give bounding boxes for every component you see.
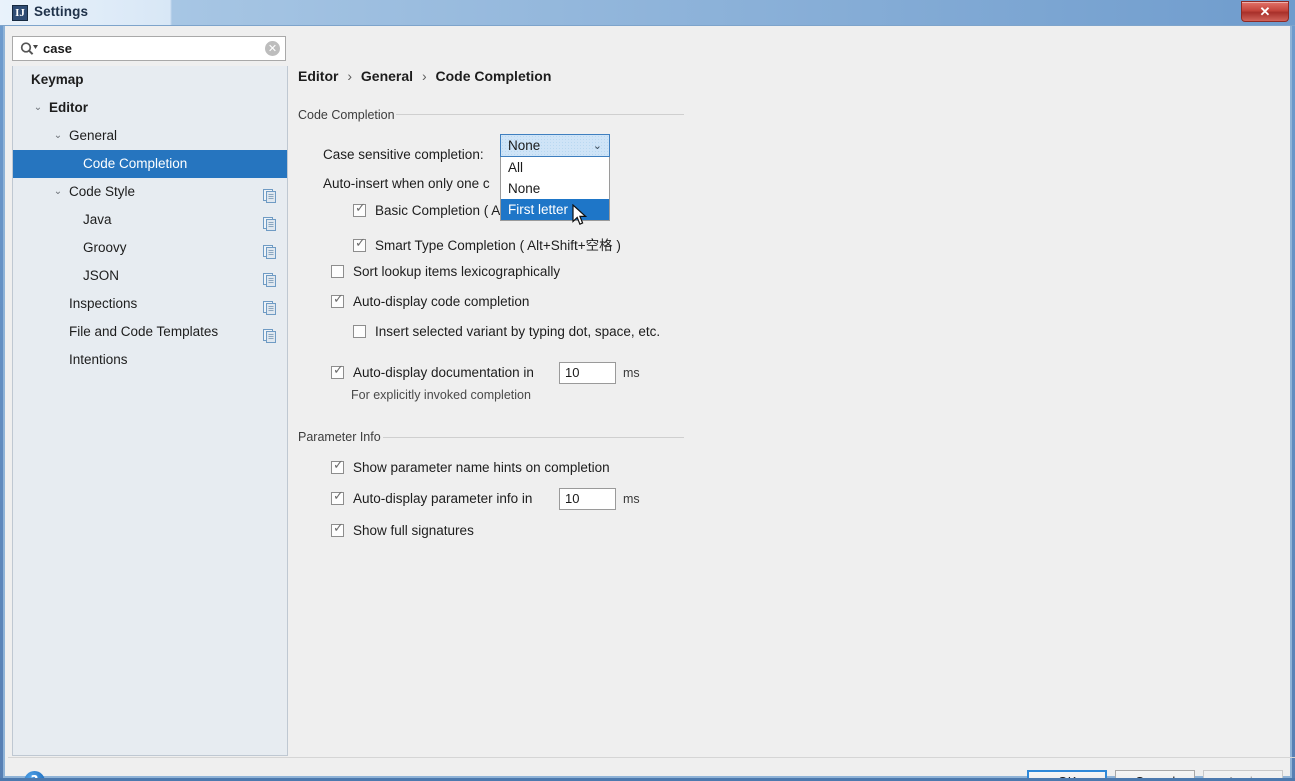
smart-type-completion-checkbox-row[interactable]: Smart Type Completion ( Alt+Shift+空格 ) bbox=[353, 234, 621, 254]
case-sensitive-completion-label: Case sensitive completion: bbox=[323, 147, 484, 162]
chevron-down-icon[interactable]: ⌄ bbox=[51, 122, 65, 150]
search-input[interactable]: case ✕ bbox=[12, 36, 286, 61]
sidebar-item-label: Code Style bbox=[69, 184, 136, 199]
auto-display-documentation-checkbox[interactable] bbox=[331, 363, 345, 379]
combobox-dropdown-list[interactable]: All None First letter bbox=[500, 157, 610, 221]
footer-divider bbox=[8, 757, 1295, 758]
auto-display-documentation-hint: For explicitly invoked completion bbox=[351, 388, 531, 402]
auto-display-parameter-info-unit: ms bbox=[623, 492, 640, 506]
show-parameter-hints-checkbox-row[interactable]: Show parameter name hints on completion bbox=[331, 458, 610, 475]
auto-display-parameter-info-checkbox-row[interactable]: Auto-display parameter info in bbox=[331, 489, 533, 506]
sidebar-item-label: Java bbox=[83, 212, 112, 227]
sidebar-item-label: Inspections bbox=[69, 296, 138, 311]
search-value: case bbox=[43, 41, 72, 56]
sort-lookup-label: Sort lookup items lexicographically bbox=[353, 264, 561, 279]
combobox-option-first-letter[interactable]: First letter bbox=[501, 199, 609, 220]
auto-display-documentation-input[interactable]: 10 bbox=[559, 362, 616, 384]
sidebar-item-code-completion[interactable]: Code Completion bbox=[13, 150, 287, 178]
copy-scheme-icon[interactable] bbox=[263, 213, 277, 231]
clear-search-icon[interactable]: ✕ bbox=[265, 41, 280, 56]
sort-lookup-checkbox[interactable] bbox=[331, 265, 344, 278]
copy-scheme-icon[interactable] bbox=[263, 297, 277, 315]
settings-dialog: IJ Settings ✕ case ✕ Keymap ⌄ Editor ⌄ Gener… bbox=[0, 0, 1295, 781]
show-full-signatures-label: Show full signatures bbox=[353, 523, 474, 538]
insert-variant-label: Insert selected variant by typing dot, s… bbox=[375, 324, 661, 339]
basic-completion-checkbox-row[interactable]: Basic Completion ( A bbox=[353, 201, 501, 218]
show-parameter-hints-label: Show parameter name hints on completion bbox=[353, 460, 610, 475]
group-title-parameter-info: Parameter Info bbox=[298, 430, 381, 444]
auto-display-parameter-info-checkbox[interactable] bbox=[331, 489, 345, 505]
dialog-body: case ✕ Keymap ⌄ Editor ⌄ General Code Complet… bbox=[3, 26, 1295, 781]
auto-display-parameter-info-input[interactable]: 10 bbox=[559, 488, 616, 510]
show-full-signatures-checkbox[interactable] bbox=[331, 521, 345, 537]
basic-completion-label: Basic Completion ( A bbox=[375, 203, 501, 218]
settings-content-panel: Editor › General › Code Completion Code … bbox=[293, 36, 1286, 756]
sidebar-item-json[interactable]: JSON bbox=[13, 262, 287, 290]
show-parameter-hints-checkbox[interactable] bbox=[331, 458, 345, 474]
copy-scheme-icon[interactable] bbox=[263, 241, 277, 259]
group-divider bbox=[383, 437, 684, 438]
sidebar-item-inspections[interactable]: Inspections bbox=[13, 290, 287, 318]
case-sensitive-completion-combobox[interactable]: None ⌄ bbox=[500, 134, 610, 157]
chevron-down-icon[interactable]: ⌄ bbox=[51, 178, 65, 206]
dialog-titlebar[interactable]: IJ Settings ✕ bbox=[0, 0, 1295, 26]
insert-variant-checkbox-row[interactable]: Insert selected variant by typing dot, s… bbox=[353, 324, 660, 339]
auto-display-documentation-unit: ms bbox=[623, 366, 640, 380]
basic-completion-checkbox[interactable] bbox=[353, 201, 367, 217]
copy-scheme-icon[interactable] bbox=[263, 185, 277, 203]
combobox-option-none[interactable]: None bbox=[501, 178, 609, 199]
sidebar-item-label: File and Code Templates bbox=[69, 324, 219, 339]
breadcrumb: Editor › General › Code Completion bbox=[298, 68, 551, 84]
sidebar-item-editor[interactable]: ⌄ Editor bbox=[13, 94, 287, 122]
auto-display-code-completion-checkbox-row[interactable]: Auto-display code completion bbox=[331, 292, 530, 309]
copy-scheme-icon[interactable] bbox=[263, 269, 277, 287]
smart-type-completion-checkbox[interactable] bbox=[353, 236, 367, 252]
breadcrumb-part-code-completion: Code Completion bbox=[435, 68, 552, 84]
sidebar-item-keymap[interactable]: Keymap bbox=[13, 66, 287, 94]
breadcrumb-part-general[interactable]: General bbox=[361, 68, 413, 84]
settings-tree[interactable]: Keymap ⌄ Editor ⌄ General Code Completion ⌄ Cod… bbox=[12, 66, 288, 756]
combobox-option-all[interactable]: All bbox=[501, 157, 609, 178]
group-divider bbox=[396, 114, 684, 115]
sidebar-item-groovy[interactable]: Groovy bbox=[13, 234, 287, 262]
auto-display-documentation-checkbox-row[interactable]: Auto-display documentation in bbox=[331, 363, 534, 380]
search-icon[interactable] bbox=[19, 41, 39, 57]
intellij-idea-icon: IJ bbox=[12, 5, 28, 21]
sidebar-item-code-style[interactable]: ⌄ Code Style bbox=[13, 178, 287, 206]
sidebar-item-label: Keymap bbox=[31, 72, 84, 87]
breadcrumb-separator: › bbox=[421, 68, 427, 84]
sidebar-item-java[interactable]: Java bbox=[13, 206, 287, 234]
chevron-down-icon[interactable]: ⌄ bbox=[31, 94, 45, 122]
show-full-signatures-checkbox-row[interactable]: Show full signatures bbox=[331, 521, 474, 538]
sidebar-item-label: Editor bbox=[49, 100, 88, 115]
copy-scheme-icon[interactable] bbox=[263, 325, 277, 343]
insert-variant-checkbox[interactable] bbox=[353, 325, 366, 338]
group-title-code-completion: Code Completion bbox=[298, 108, 395, 122]
smart-type-completion-label: Smart Type Completion ( Alt+Shift+空格 ) bbox=[375, 238, 621, 253]
sidebar-item-label: JSON bbox=[83, 268, 120, 283]
sidebar-item-intentions[interactable]: Intentions bbox=[13, 346, 287, 374]
close-icon[interactable]: ✕ bbox=[1241, 1, 1289, 22]
sidebar-item-label: General bbox=[69, 128, 118, 143]
auto-insert-label: Auto-insert when only one c bbox=[323, 176, 490, 191]
breadcrumb-part-editor[interactable]: Editor bbox=[298, 68, 338, 84]
sidebar-item-file-and-code-templates[interactable]: File and Code Templates bbox=[13, 318, 287, 346]
window-title: Settings bbox=[34, 4, 89, 19]
combobox-selected-value: None bbox=[508, 138, 541, 153]
sidebar-item-general[interactable]: ⌄ General bbox=[13, 122, 287, 150]
sort-lookup-checkbox-row[interactable]: Sort lookup items lexicographically bbox=[331, 264, 560, 279]
auto-display-code-completion-checkbox[interactable] bbox=[331, 292, 345, 308]
auto-display-documentation-label: Auto-display documentation in bbox=[353, 365, 534, 380]
sidebar-item-label: Groovy bbox=[83, 240, 127, 255]
sidebar-item-label: Code Completion bbox=[83, 156, 188, 171]
breadcrumb-separator: › bbox=[347, 68, 353, 84]
sidebar-item-label: Intentions bbox=[69, 352, 128, 367]
auto-display-parameter-info-label: Auto-display parameter info in bbox=[353, 491, 533, 506]
chevron-down-icon[interactable]: ⌄ bbox=[593, 139, 602, 152]
auto-display-code-completion-label: Auto-display code completion bbox=[353, 294, 530, 309]
